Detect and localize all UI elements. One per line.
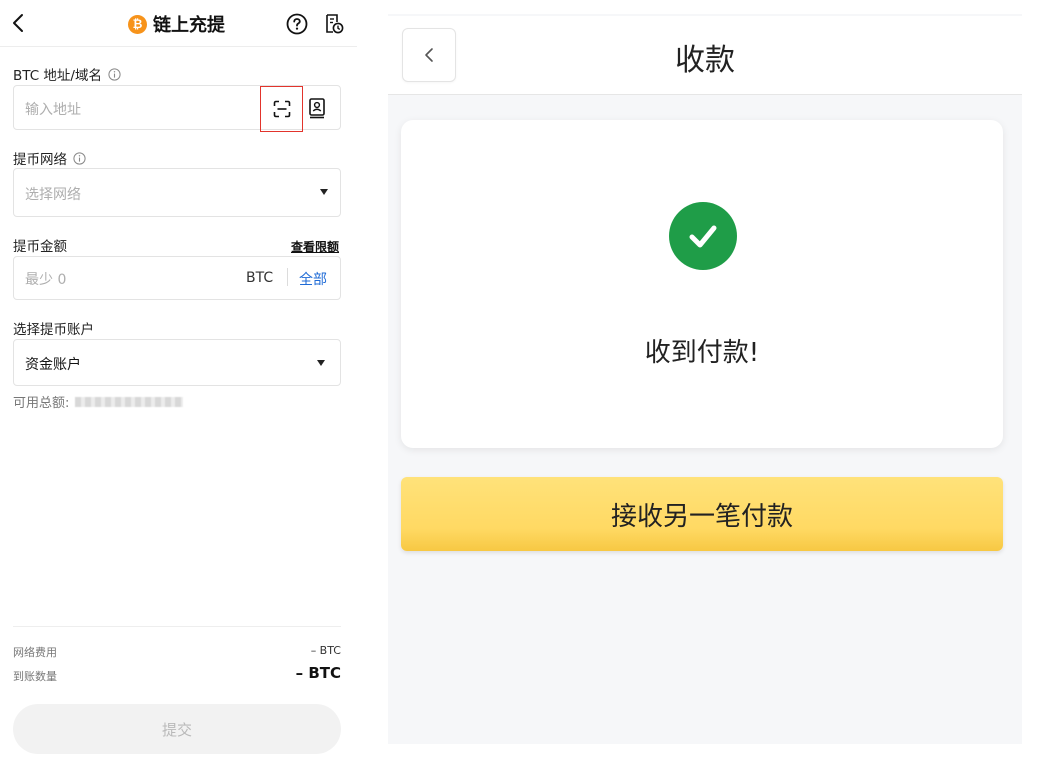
withdraw-panel: ₿ 链上充提 BTC 地址/域名 输入地址 提币网络 选择网络 提币金额 查看限… [0,0,357,757]
account-label: 选择提币账户 [13,322,94,338]
network-fee-label: 网络费用 [13,646,57,659]
receive-panel: 收款 收到付款! 接收另一笔付款 [388,14,1022,744]
unit-separator [287,268,288,286]
divider [13,626,341,627]
submit-button[interactable]: 提交 [13,704,341,754]
network-select[interactable]: 选择网络 [13,168,341,217]
question-circle-icon [286,13,308,35]
check-circle-icon [669,202,737,270]
address-placeholder: 输入地址 [25,102,81,118]
scan-icon [273,100,290,118]
chevron-left-icon [13,14,23,32]
caret-down-icon [320,189,328,195]
available-balance: 可用总额: [13,392,184,411]
blurred-balance [75,396,184,407]
network-fee-value: – BTC [310,644,341,657]
page-title: 收款 [675,43,735,78]
receive-amount-label: 到账数量 [13,670,57,683]
network-label-row: 提币网络 [13,148,86,168]
bitcoin-icon: ₿ [128,14,147,34]
available-label: 可用总额: [13,396,70,411]
receive-another-button[interactable]: 接收另一笔付款 [401,477,1003,551]
address-label-row: BTC 地址/域名 [13,64,121,84]
amount-unit: BTC [246,270,274,286]
page-title-group: ₿ 链上充提 [128,12,225,36]
history-doc-icon [326,14,344,34]
network-label: 提币网络 [13,152,67,168]
scan-qr-button[interactable] [260,86,303,132]
history-button[interactable] [324,13,344,35]
address-book-icon [309,98,325,119]
receive-amount-value: – BTC [295,664,341,682]
info-icon[interactable] [73,151,86,165]
amount-label: 提币金额 [13,239,67,255]
all-amount-button[interactable]: 全部 [299,269,327,289]
page-title: 链上充提 [153,15,225,36]
back-button[interactable] [8,11,30,35]
account-value: 资金账户 [25,357,81,373]
amount-input[interactable]: 最少 0 [13,256,341,300]
top-bar: ₿ 链上充提 [0,0,357,47]
info-icon[interactable] [108,67,121,81]
caret-down-icon [317,360,325,366]
address-label: BTC 地址/域名 [13,68,102,84]
success-message: 收到付款! [644,338,760,368]
network-placeholder: 选择网络 [25,187,81,203]
checkmark-icon [689,225,717,248]
receive-header: 收款 [388,16,1022,95]
success-card: 收到付款! [401,120,1003,448]
address-book-button[interactable] [307,97,327,119]
account-select[interactable]: 资金账户 [13,339,341,386]
amount-placeholder: 最少 0 [25,272,67,288]
help-button[interactable] [286,13,308,35]
view-limit-link[interactable]: 查看限额 [291,238,339,255]
